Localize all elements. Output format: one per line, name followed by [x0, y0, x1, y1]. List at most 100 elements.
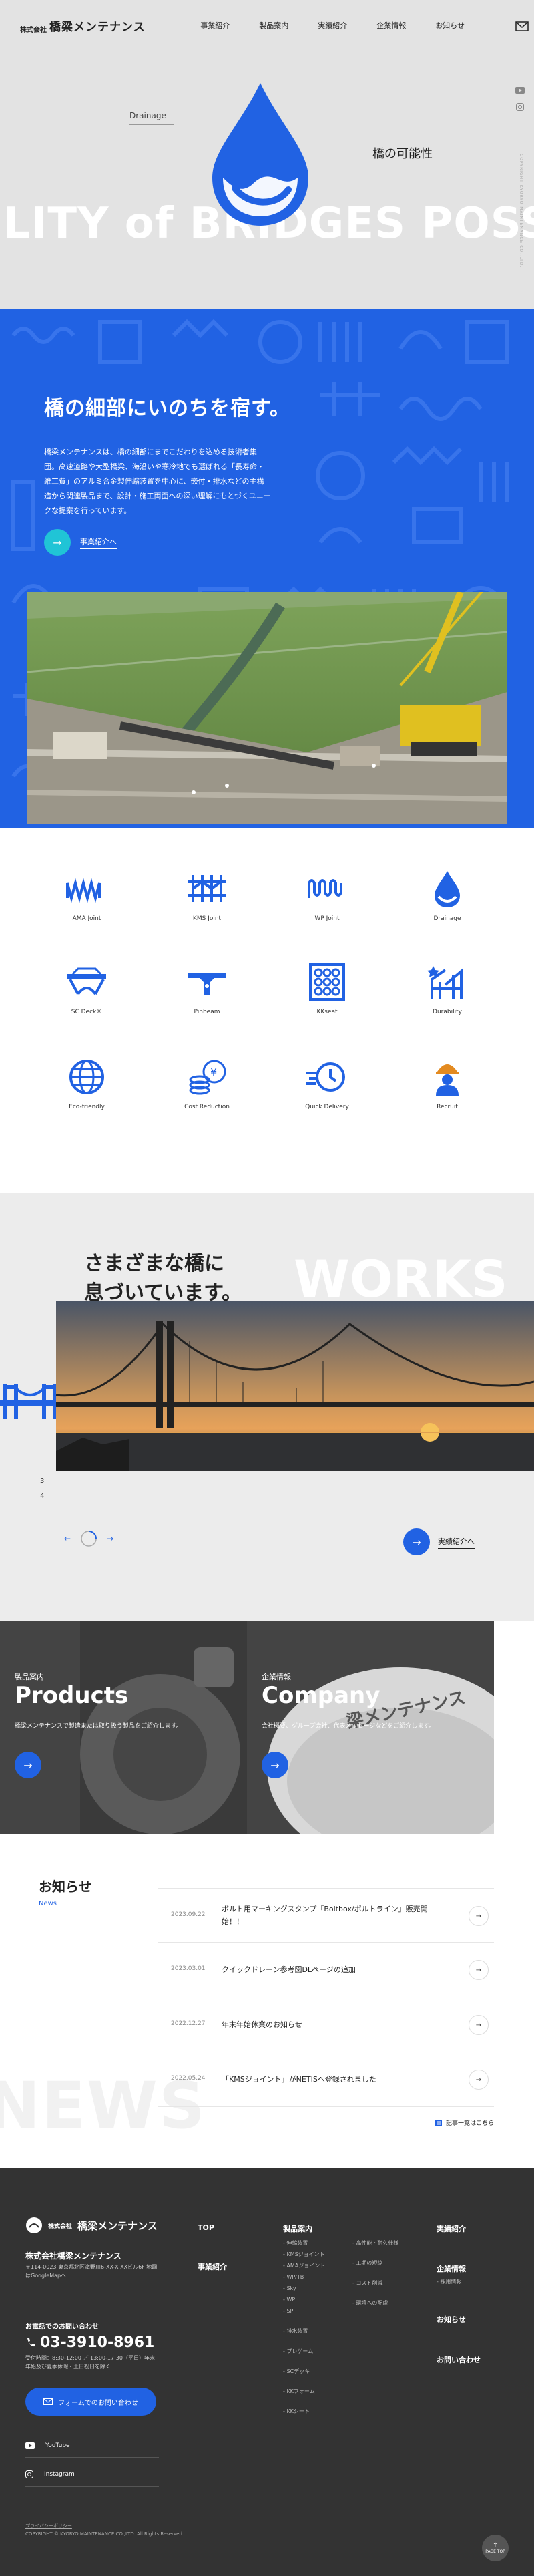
product-label: Pinbeam: [194, 1009, 220, 1015]
nav-products[interactable]: 製品案内: [259, 20, 288, 31]
privacy-link[interactable]: プライバシーポリシー: [25, 2523, 184, 2531]
arrow-right-icon: →: [44, 529, 71, 556]
product-quick-delivery[interactable]: Quick Delivery: [267, 1057, 387, 1110]
arrow-right-icon: →: [469, 1906, 489, 1926]
arrow-right-icon: →: [469, 2015, 489, 2035]
site-logo[interactable]: 株式会社 橋梁メンテナンス: [20, 17, 146, 34]
footer-company: 株式会社橋梁メンテナンス: [25, 2251, 121, 2261]
kms-joint-icon: [188, 875, 226, 902]
slider-next-icon[interactable]: →: [107, 1534, 113, 1543]
footer-link-contact[interactable]: お問い合わせ: [437, 2354, 481, 2365]
news-item[interactable]: 2023.09.22 ボルト用マーキングスタンプ「Boltbox/ボルトライン」…: [158, 1888, 494, 1943]
footer-sublink[interactable]: - SCデッキ: [283, 2369, 325, 2374]
footer-col-others: 実績紹介 企業情報 - 採用情報 お知らせ お問い合わせ: [437, 2223, 481, 2365]
footer-sublink[interactable]: - 高性能・耐久仕様: [352, 2241, 398, 2246]
footer-col-products: 製品案内: [283, 2223, 430, 2234]
youtube-icon[interactable]: [515, 87, 525, 94]
arrow-right-icon: →: [469, 1960, 489, 1980]
contact-form-button[interactable]: フォームでのお問い合わせ: [25, 2388, 156, 2416]
ama-joint-icon: [66, 878, 101, 903]
footer-sublink[interactable]: - SP: [283, 2309, 325, 2314]
footer-link-works[interactable]: 実績紹介: [437, 2223, 481, 2234]
footer-link-top[interactable]: TOP: [198, 2223, 227, 2232]
footer-sublink[interactable]: - WP/TB: [283, 2275, 325, 2280]
product-wp-joint[interactable]: WP Joint: [267, 868, 387, 922]
news-all-link[interactable]: 記事一覧はこちら: [435, 2118, 494, 2127]
arrow-right-icon: →: [403, 1528, 430, 1555]
company-card[interactable]: 梁メンテナンス 企業情報 Company 会社概要、グループ会社、代表メッセージ…: [247, 1621, 494, 1834]
footer-sublink[interactable]: - 環境への配慮: [352, 2301, 398, 2306]
footer-sublink[interactable]: - KMSジョイント: [283, 2252, 325, 2257]
product-kms-joint[interactable]: KMS Joint: [147, 868, 267, 922]
footer-logo-prefix: 株式会社: [48, 2223, 73, 2230]
footer-link-business[interactable]: 事業紹介: [198, 2261, 227, 2272]
news-section: NEWS お知らせ News 2023.09.22 ボルト用マーキングスタンプ「…: [0, 1841, 534, 2168]
product-cost-reduction[interactable]: ¥ Cost Reduction: [147, 1057, 267, 1110]
footer-youtube-link[interactable]: YouTube: [25, 2442, 159, 2458]
footer-instagram-link[interactable]: Instagram: [25, 2470, 159, 2487]
footer-sublink[interactable]: - プレゲーム: [283, 2349, 325, 2354]
footer-sublink[interactable]: - コスト削減: [352, 2281, 398, 2286]
footer-sublink[interactable]: - WP: [283, 2297, 325, 2303]
youtube-icon: [25, 2442, 35, 2449]
nav-news[interactable]: お知らせ: [435, 20, 465, 31]
business-link[interactable]: → 事業紹介へ: [44, 529, 117, 556]
page-top-button[interactable]: ↑ PAGE TOP: [482, 2535, 509, 2561]
products-card[interactable]: 製品案内 Products 橋梁メンテナンスで製造または取り扱う製品をご紹介しま…: [0, 1621, 247, 1834]
intro-title: 橋の細部にいのちを宿す。: [44, 397, 290, 420]
copyright: COPYRIGHT © KYORYO MAINTENANCE CO.,LTD. …: [25, 2531, 184, 2537]
instagram-icon[interactable]: [516, 103, 524, 111]
footer-link-products[interactable]: 製品案内: [283, 2223, 430, 2234]
product-ama-joint[interactable]: AMA Joint: [27, 868, 147, 922]
product-label: Durability: [433, 1009, 462, 1015]
product-durability[interactable]: Durability: [387, 962, 507, 1015]
product-drainage[interactable]: Drainage: [387, 868, 507, 922]
product-eco-friendly[interactable]: Eco-friendly: [27, 1057, 147, 1110]
footer-sublink[interactable]: - KKフォーム: [283, 2389, 325, 2394]
product-recruit[interactable]: Recruit: [387, 1057, 507, 1110]
footer-link-news[interactable]: お知らせ: [437, 2314, 481, 2325]
bridge-icon: [0, 1384, 60, 1419]
youtube-label: YouTube: [45, 2442, 70, 2449]
link-cards: 製品案内 Products 橋梁メンテナンスで製造または取り扱う製品をご紹介しま…: [0, 1621, 534, 1841]
card-desc: 橋梁メンテナンスで製造または取り扱う製品をご紹介します。: [15, 1723, 182, 1730]
nav-company[interactable]: 企業情報: [376, 20, 406, 31]
footer-tel-number: 03-3910-8961: [40, 2334, 155, 2351]
site-footer: 株式会社 橋梁メンテナンス 株式会社橋梁メンテナンス 〒114-0023 東京都…: [0, 2168, 534, 2576]
footer-tel[interactable]: 03-3910-8961: [25, 2334, 154, 2351]
kkseat-icon: [309, 963, 345, 1001]
news-date: 2023.03.01: [171, 1965, 206, 1972]
news-item[interactable]: 2023.03.01 クイックドレーン参考図DLページの追加 →: [158, 1943, 494, 1997]
product-label: Recruit: [437, 1104, 458, 1110]
footer-sublink-recruit[interactable]: - 採用情報: [437, 2279, 481, 2285]
news-text: クイックドレーン参考図DLページの追加: [222, 1965, 356, 1974]
product-label: Drainage: [433, 915, 461, 922]
product-pinbeam[interactable]: Pinbeam: [147, 962, 267, 1015]
footer-sublink[interactable]: - AMAジョイント: [283, 2263, 325, 2269]
list-icon: [435, 2119, 442, 2126]
nav-business[interactable]: 事業紹介: [200, 20, 230, 31]
business-link-label: 事業紹介へ: [80, 536, 117, 549]
footer-sublink[interactable]: - 排水装置: [283, 2329, 325, 2334]
footer-link-company[interactable]: 企業情報: [437, 2263, 481, 2274]
news-item[interactable]: 2022.05.24 「KMSジョイント」がNETISへ登録されました →: [158, 2052, 494, 2107]
product-label: Cost Reduction: [184, 1104, 230, 1110]
works-photo: [56, 1301, 534, 1471]
works-title-line2: 息づいています。: [84, 1281, 242, 1305]
product-label: Quick Delivery: [305, 1104, 349, 1110]
footer-sublink[interactable]: - 伸縮装置: [283, 2241, 325, 2246]
footer-logo[interactable]: 株式会社 橋梁メンテナンス: [25, 2217, 158, 2234]
works-link[interactable]: → 実績紹介へ: [403, 1528, 475, 1555]
intro-description: 橋梁メンテナンスは、橋の細部にまでこだわりを込める技術者集団。高速道路や大型橋梁…: [44, 448, 271, 515]
footer-sublink[interactable]: - Sky: [283, 2286, 325, 2291]
product-kkseat[interactable]: KKseat: [267, 962, 387, 1015]
eco-friendly-icon: [69, 1060, 104, 1094]
product-sc-deck[interactable]: SC Deck®: [27, 962, 147, 1015]
footer-sublink[interactable]: - KKシート: [283, 2409, 325, 2414]
news-item[interactable]: 2022.12.27 年末年始休業のお知らせ →: [158, 1997, 494, 2052]
slider-prev-icon[interactable]: ←: [64, 1534, 71, 1543]
footer-sublink[interactable]: - 工期の短縮: [352, 2261, 398, 2266]
mail-button[interactable]: [510, 15, 534, 39]
nav-works[interactable]: 実績紹介: [318, 20, 347, 31]
news-all-label: 記事一覧はこちら: [445, 2120, 494, 2127]
